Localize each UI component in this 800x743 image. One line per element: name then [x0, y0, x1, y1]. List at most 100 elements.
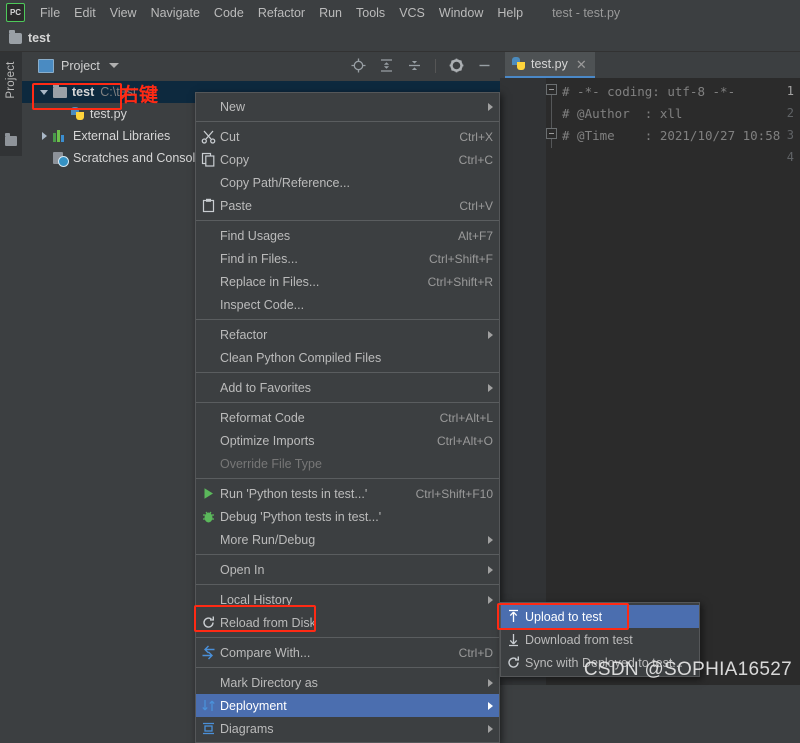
menu-item-paste[interactable]: Paste Ctrl+V [196, 194, 499, 217]
menu-view[interactable]: View [103, 3, 144, 23]
chevron-right-icon[interactable] [40, 131, 49, 141]
menu-item-label: Find Usages [220, 228, 291, 243]
python-file-icon [71, 107, 85, 121]
paste-icon [196, 194, 220, 217]
menu-item-mark-directory-as[interactable]: Mark Directory as [196, 671, 499, 694]
expand-all-icon[interactable] [379, 58, 394, 73]
collapse-all-icon[interactable] [407, 58, 422, 73]
gear-icon[interactable] [449, 58, 464, 73]
menu-item-label: More Run/Debug [220, 532, 316, 547]
tool-window-button-project[interactable]: Project [5, 52, 17, 108]
menu-item-icon-slot [196, 429, 220, 452]
menu-item-open-in[interactable]: Open In [196, 558, 499, 581]
pycharm-logo-icon: PC [6, 3, 25, 22]
menu-refactor[interactable]: Refactor [251, 3, 312, 23]
menu-bar: PC File Edit View Navigate Code Refactor… [0, 0, 800, 25]
menu-item-label: Copy [220, 152, 250, 167]
menu-separator [196, 402, 499, 403]
chevron-right-icon [488, 724, 493, 733]
submenu-item-upload-to-test[interactable]: Upload to test [501, 605, 699, 628]
menu-separator [196, 220, 499, 221]
chevron-right-icon [488, 535, 493, 544]
line-number: 4 [786, 150, 794, 164]
menu-item-inspect-code[interactable]: Inspect Code... [196, 293, 499, 316]
menu-item-label: Inspect Code... [220, 297, 305, 312]
menu-item-new[interactable]: New [196, 95, 499, 118]
menu-item-icon-slot [196, 270, 220, 293]
tree-item-label: test [72, 85, 95, 99]
menu-code[interactable]: Code [207, 3, 251, 23]
menu-window[interactable]: Window [432, 3, 490, 23]
menu-vcs[interactable]: VCS [392, 3, 432, 23]
menu-item-deployment[interactable]: Deployment [196, 694, 499, 717]
menu-item-icon-slot [196, 528, 220, 551]
menu-item-label: Debug 'Python tests in test...' [220, 509, 382, 524]
locate-target-icon[interactable] [351, 58, 366, 73]
menu-separator [196, 372, 499, 373]
chevron-down-icon[interactable] [108, 63, 119, 68]
submenu-item-download-from-test[interactable]: Download from test [501, 628, 699, 651]
menu-item-debug-python-tests[interactable]: Debug 'Python tests in test...' [196, 505, 499, 528]
breadcrumb[interactable]: test [28, 31, 50, 45]
fold-collapse-icon[interactable] [546, 84, 557, 95]
folder-icon [53, 83, 67, 98]
tab-test-py[interactable]: test.py ✕ [505, 52, 595, 78]
menu-item-more-run-debug[interactable]: More Run/Debug [196, 528, 499, 551]
code-line: # -*- coding: utf-8 -*- [562, 84, 736, 99]
menu-help[interactable]: Help [490, 3, 530, 23]
close-icon[interactable]: ✕ [576, 58, 587, 71]
chevron-right-icon [488, 701, 493, 710]
menu-item-cut[interactable]: Cut Ctrl+X [196, 125, 499, 148]
compare-icon [196, 641, 220, 664]
tree-item-label: test.py [90, 107, 127, 121]
menu-item-refactor[interactable]: Refactor [196, 323, 499, 346]
menu-item-copy-path-reference[interactable]: Copy Path/Reference... [196, 171, 499, 194]
menu-navigate[interactable]: Navigate [144, 3, 207, 23]
editor-gutter [500, 78, 546, 685]
menu-item-find-in-files[interactable]: Find in Files... Ctrl+Shift+F [196, 247, 499, 270]
menu-item-diagrams[interactable]: Diagrams [196, 717, 499, 740]
code-view[interactable]: 1 2 3 4 # -*- coding: utf-8 -*- # @Autho… [500, 78, 800, 685]
library-icon [53, 130, 68, 142]
chevron-right-icon [488, 330, 493, 339]
menu-item-add-to-favorites[interactable]: Add to Favorites [196, 376, 499, 399]
menu-item-label: Deployment [220, 698, 287, 713]
menu-item-reload-from-disk[interactable]: Reload from Disk [196, 611, 499, 634]
fold-collapse-icon[interactable] [546, 128, 557, 139]
menu-item-label: New [220, 99, 246, 114]
menu-edit[interactable]: Edit [67, 3, 103, 23]
project-pane-toolbar [351, 52, 492, 79]
menu-item-reformat-code[interactable]: Reformat Code Ctrl+Alt+L [196, 406, 499, 429]
menu-run[interactable]: Run [312, 3, 349, 23]
menu-tools[interactable]: Tools [349, 3, 392, 23]
download-icon [501, 628, 525, 651]
menu-item-label: Add to Favorites [220, 380, 312, 395]
menu-file[interactable]: File [33, 3, 67, 23]
menu-item-clean-python-compiled-files[interactable]: Clean Python Compiled Files [196, 346, 499, 369]
code-line: # @Time : 2021/10/27 10:58 [562, 128, 781, 143]
menu-item-optimize-imports[interactable]: Optimize Imports Ctrl+Alt+O [196, 429, 499, 452]
chevron-right-icon [488, 678, 493, 687]
folder-icon [5, 133, 17, 146]
diagram-icon [196, 717, 220, 740]
copy-icon [196, 148, 220, 171]
menu-item-shortcut: Ctrl+Shift+F [428, 251, 493, 266]
menu-item-copy[interactable]: Copy Ctrl+C [196, 148, 499, 171]
minimize-icon[interactable] [477, 58, 492, 73]
menu-item-shortcut: Ctrl+D [458, 645, 493, 660]
menu-separator [196, 667, 499, 668]
menu-item-find-usages[interactable]: Find Usages Alt+F7 [196, 224, 499, 247]
code-line: # @Author : xll [562, 106, 683, 121]
chevron-expanded-icon[interactable] [40, 88, 49, 97]
menu-item-shortcut: Ctrl+Shift+R [427, 274, 493, 289]
menu-item-compare-with[interactable]: Compare With... Ctrl+D [196, 641, 499, 664]
menu-item-local-history[interactable]: Local History [196, 588, 499, 611]
menu-item-replace-in-files[interactable]: Replace in Files... Ctrl+Shift+R [196, 270, 499, 293]
menu-item-run-python-tests[interactable]: Run 'Python tests in test...' Ctrl+Shift… [196, 482, 499, 505]
sync-icon [501, 651, 525, 674]
annotation-right-click-label: 右键 [120, 84, 159, 106]
chevron-right-icon [488, 595, 493, 604]
menu-item-shortcut: Ctrl+Shift+F10 [415, 486, 493, 501]
